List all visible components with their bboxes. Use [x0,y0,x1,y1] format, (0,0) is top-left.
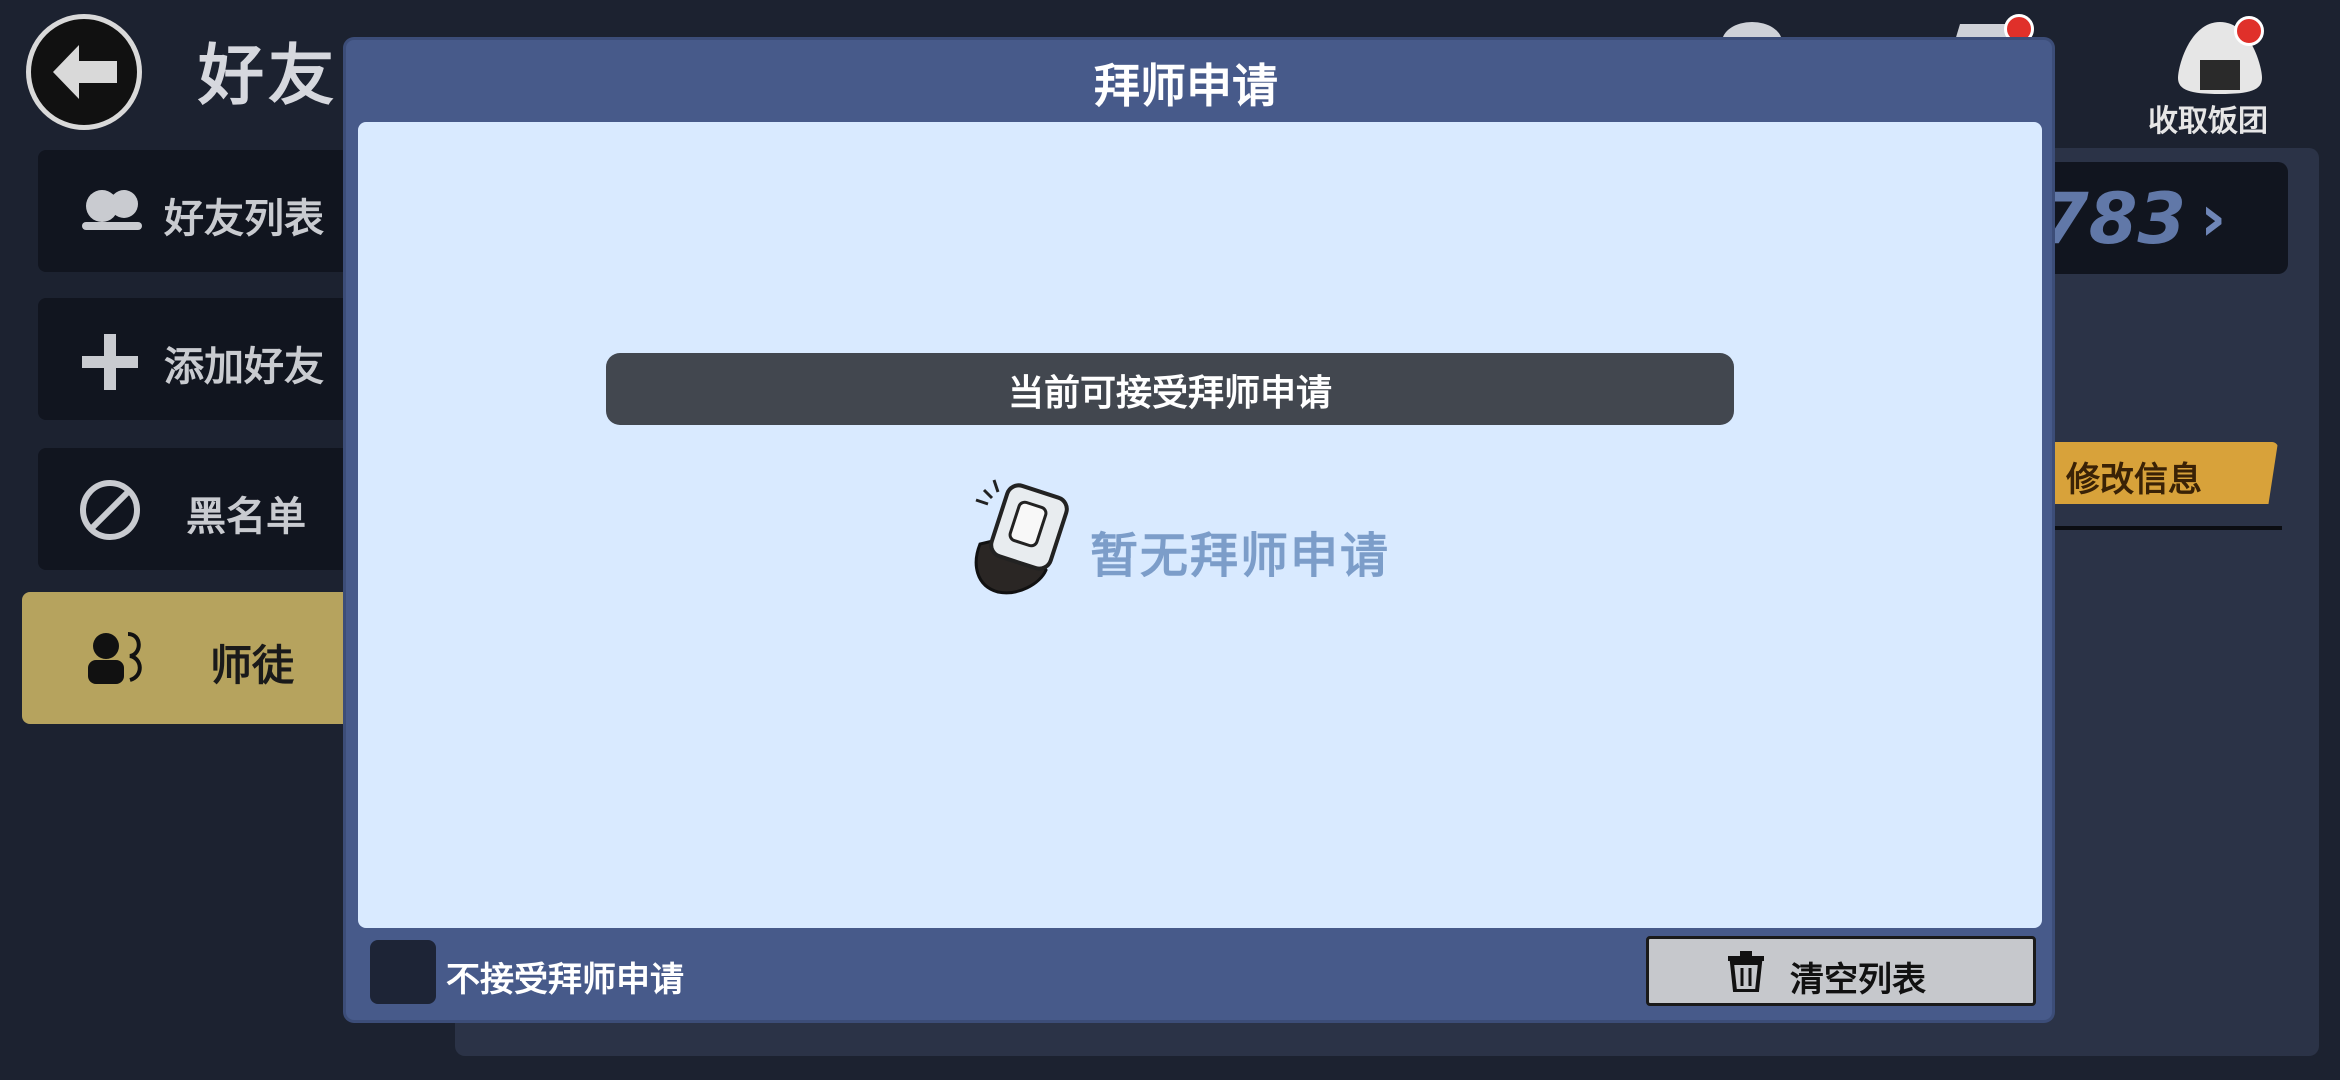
sidebar-item-label: 好友列表 [164,196,324,242]
status-text: 当前可接受拜师申请 [1007,373,1332,414]
player-id: 783 [2040,178,2187,260]
clear-list-label: 清空列表 [1790,960,1926,1000]
divider [2040,526,2282,530]
trash-icon [1728,951,1764,992]
friends-icon [82,190,142,230]
back-arrow-icon [53,45,117,99]
dialog-title: 拜师申请 [1094,59,1278,113]
reject-requests-checkbox[interactable] [370,940,436,1004]
empty-state-icon [974,479,1069,595]
edit-info-label[interactable]: 修改信息 [2066,452,2202,501]
chevron-right-icon: › [2200,182,2227,256]
back-button[interactable] [26,14,142,130]
collect-label[interactable]: 收取饭团 [2148,96,2268,140]
rice-ball-icon[interactable] [2170,16,2270,96]
mentor-icon [88,632,142,684]
sidebar-item-label: 黑名单 [186,494,306,540]
block-icon [80,480,140,540]
sidebar-item-mentor[interactable]: 师徒 [22,592,358,724]
checkbox-label: 不接受拜师申请 [446,960,684,1000]
plus-icon [82,334,138,390]
notification-dot [2234,16,2264,46]
empty-state-text: 暂无拜师申请 [1090,528,1391,584]
sidebar-item-add-friend[interactable]: 添加好友 [38,298,358,420]
page-title: 好友 [198,37,338,114]
sidebar-item-blacklist[interactable]: 黑名单 [38,448,358,570]
sidebar-item-friend-list[interactable]: 好友列表 [38,150,358,272]
sidebar-item-label: 添加好友 [164,344,324,390]
sidebar-item-label: 师徒 [210,641,295,690]
